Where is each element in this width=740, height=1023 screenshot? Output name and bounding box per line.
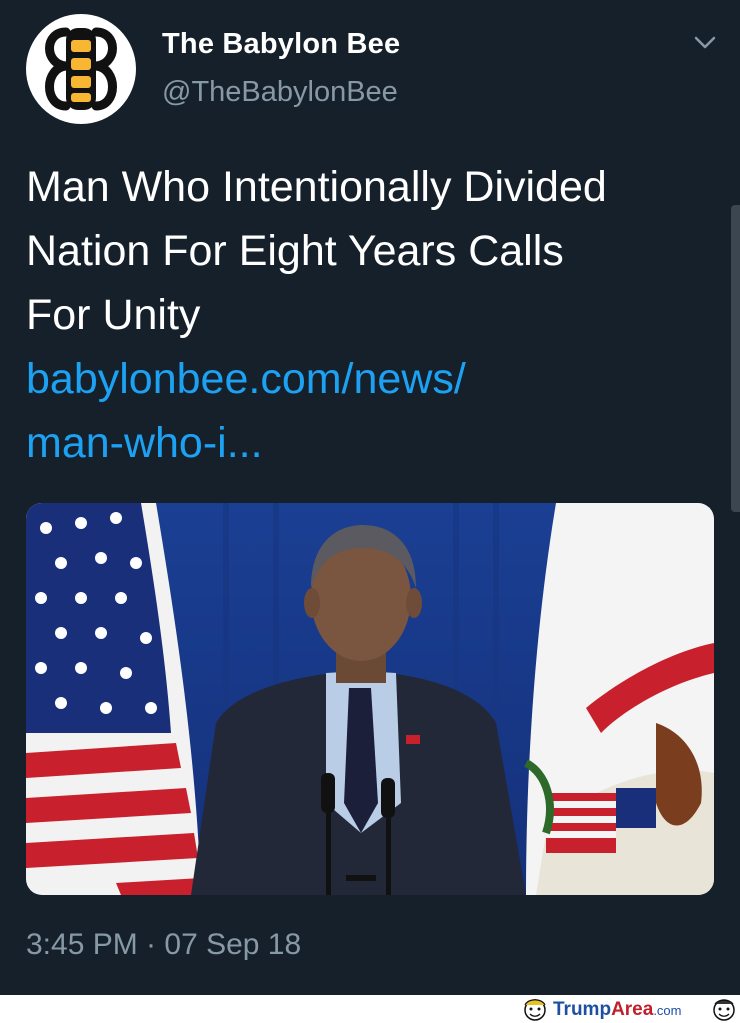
- tweet-card: The Babylon Bee @TheBabylonBee Man Who I…: [0, 0, 740, 995]
- watermark-brand-part: Area: [611, 999, 654, 1020]
- user-handle[interactable]: @TheBabylonBee: [162, 76, 398, 109]
- article-link-line[interactable]: babylonbee.com/news/: [26, 347, 716, 411]
- cartoon-face-icon: [713, 999, 735, 1021]
- tweet-text-line: Man Who Intentionally Divided: [26, 163, 607, 211]
- state-flag: [523, 503, 714, 895]
- article-link[interactable]: babylonbee.com/news/ man-who-i...: [26, 347, 716, 475]
- tweet-timestamp[interactable]: 3:45 PM · 07 Sep 18: [26, 928, 301, 962]
- tweet-text-line: For Unity: [26, 291, 201, 339]
- display-name[interactable]: The Babylon Bee: [162, 28, 400, 61]
- tweet-body: Man Who Intentionally Divided Nation For…: [26, 155, 716, 475]
- chevron-down-icon: [694, 36, 716, 49]
- tweet-media-photo[interactable]: [26, 503, 714, 895]
- press-conference-photo: [26, 503, 714, 895]
- cartoon-face-icon: [524, 999, 546, 1021]
- watermark-brand-part: .com: [653, 1003, 682, 1018]
- article-link-line[interactable]: man-who-i...: [26, 411, 716, 475]
- tweet-text-line: Nation For Eight Years Calls: [26, 227, 564, 275]
- profile-avatar[interactable]: [26, 14, 136, 124]
- more-options-button[interactable]: [690, 30, 720, 54]
- babylon-bee-logo-icon: [45, 27, 117, 111]
- watermark-brand-part: Trump: [553, 999, 612, 1020]
- scrollbar[interactable]: [731, 205, 740, 512]
- watermark-brand: TrumpArea.com: [553, 999, 681, 1021]
